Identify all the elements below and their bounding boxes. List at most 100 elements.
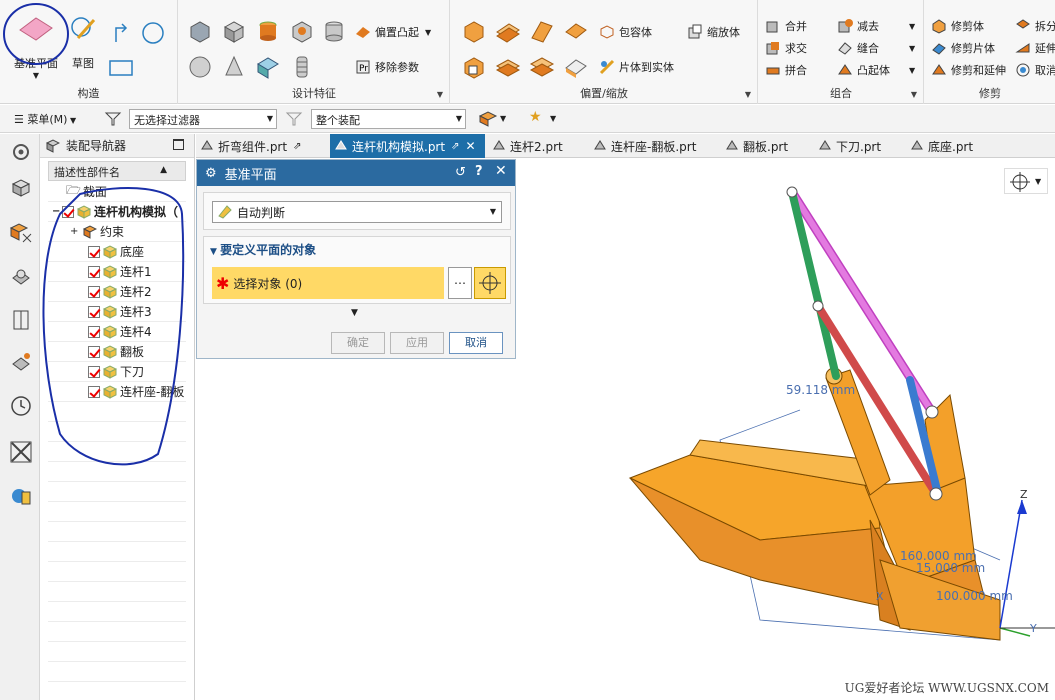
chevron-down-icon[interactable]: ▼	[909, 66, 915, 75]
emboss-body-button[interactable]: 凸起体	[837, 60, 890, 80]
patch-button[interactable]: 拼合	[765, 60, 807, 80]
pin-icon[interactable]: ⇗	[293, 141, 301, 152]
history-clock-icon[interactable]	[9, 394, 33, 418]
plane-dialog-button[interactable]: ⋯	[448, 267, 472, 299]
subtract-button[interactable]: 减去	[837, 16, 879, 36]
type-select[interactable]: 自动判断 ▼	[212, 201, 502, 223]
section-header[interactable]: ▼ 要定义平面的对象	[210, 241, 316, 258]
cancel-button[interactable]: 取消	[449, 332, 503, 354]
sheet-to-solid-button[interactable]: 片体到实体	[599, 57, 674, 77]
cone-icon[interactable]	[221, 54, 247, 80]
tab-bend-assembly[interactable]: 折弯组件.prt ⇗	[196, 134, 330, 158]
expand-more-icon[interactable]: ▼	[351, 308, 358, 318]
chevron-down-icon[interactable]: ▼	[425, 28, 431, 37]
assembly-filter-icon[interactable]	[478, 110, 498, 128]
cylinder-gray-icon[interactable]	[321, 18, 347, 44]
trim-body-icon	[932, 19, 946, 34]
annotation-circle	[3, 3, 69, 65]
close-icon[interactable]: ✕	[465, 139, 475, 153]
wrap-body-button[interactable]: 包容体	[599, 22, 652, 42]
help-icon[interactable]: ?	[475, 164, 483, 179]
tab-lower-blade[interactable]: 下刀.prt	[814, 134, 904, 158]
dialog-titlebar[interactable]: ⚙ 基准平面 ↺ ? ✕	[197, 160, 515, 186]
maximize-icon[interactable]	[173, 139, 184, 150]
star-icon[interactable]: ★	[529, 109, 542, 125]
sew-surface-icon[interactable]	[563, 54, 589, 80]
extrude-icon[interactable]	[187, 18, 213, 44]
circle-icon[interactable]	[140, 20, 166, 46]
line-icon[interactable]	[108, 20, 134, 46]
resource-bar	[0, 134, 40, 700]
crosshair-icon	[479, 272, 501, 294]
constraint-navigator-icon[interactable]	[9, 220, 33, 244]
close-icon[interactable]: ✕	[495, 163, 507, 179]
base-block[interactable]	[864, 393, 1001, 641]
spring-icon[interactable]	[289, 54, 315, 80]
chevron-down-icon[interactable]: ▼	[745, 90, 751, 99]
point-constructor-button[interactable]	[474, 267, 506, 299]
chevron-down-icon[interactable]: ▼	[550, 114, 556, 123]
split-button[interactable]: 拆分	[1015, 16, 1055, 36]
select-object-row[interactable]: ✱ 选择对象 (0)	[212, 267, 444, 299]
chevron-down-icon[interactable]: ▼	[909, 22, 915, 31]
tab-link2[interactable]: 连杆2.prt	[488, 134, 586, 158]
rectangle-icon[interactable]	[108, 56, 134, 82]
tab-flap[interactable]: 翻板.prt	[721, 134, 811, 158]
part-navigator-icon[interactable]	[9, 264, 33, 288]
dimension-label[interactable]: 15.000 mm	[916, 561, 985, 575]
remove-params-button[interactable]: Pr 移除参数	[355, 57, 419, 77]
thread-icon[interactable]	[255, 54, 281, 80]
sew-button[interactable]: 缝合	[837, 38, 879, 58]
reset-icon[interactable]: ↺	[455, 165, 466, 180]
thicken-icon[interactable]	[495, 18, 521, 44]
tab-base[interactable]: 底座.prt	[906, 134, 996, 158]
wrap-body-icon	[600, 25, 614, 39]
column-header[interactable]: 描述性部件名 ▲	[48, 161, 186, 181]
intersect-button[interactable]: 求交	[765, 38, 807, 58]
scale-body-button[interactable]: 缩放体	[687, 22, 740, 42]
assembly-navigator-icon[interactable]	[9, 176, 33, 200]
shell-icon[interactable]	[529, 18, 555, 44]
part-file-icon	[911, 140, 923, 150]
type-filter-combo[interactable]: 无选择过滤器 ▼	[129, 109, 277, 129]
offset-surface-icon[interactable]	[563, 18, 589, 44]
group-trim: 修剪体 拆分 修剪片体 延伸 修剪和延伸 取消 修剪	[925, 0, 1055, 104]
gear-icon[interactable]: ⚙	[205, 166, 217, 181]
filter-icon[interactable]	[104, 111, 122, 127]
motion-navigator-icon[interactable]	[9, 350, 33, 374]
tab-link-seat-flap[interactable]: 连杆座-翻板.prt	[589, 134, 717, 158]
roles-icon[interactable]	[9, 484, 33, 508]
trim-sheet-button[interactable]: 修剪片体	[931, 38, 995, 58]
boss-icon[interactable]	[289, 18, 315, 44]
chevron-down-icon: ▼	[266, 114, 273, 123]
dimension-label[interactable]: 59.118 mm	[786, 383, 855, 397]
reuse-library-icon[interactable]	[9, 308, 33, 332]
offset-boss-button[interactable]: 偏置凸起 ▼	[355, 22, 431, 42]
trim-extend-button[interactable]: 修剪和延伸	[931, 60, 1006, 80]
trim-body-button[interactable]: 修剪体	[931, 16, 984, 36]
untrim-button[interactable]: 取消	[1015, 60, 1055, 80]
chevron-down-icon[interactable]: ▼	[909, 44, 915, 53]
extract-icon[interactable]	[461, 54, 487, 80]
scope-combo[interactable]: 整个装配 ▼	[311, 109, 466, 129]
dimension-label[interactable]: 100.000 mm	[936, 589, 1013, 603]
layers-icon[interactable]	[529, 54, 555, 80]
ok-button[interactable]: 确定	[331, 332, 385, 354]
tab-linkage-simulation[interactable]: 连杆机构模拟.prt ⇗ ✕	[330, 134, 485, 158]
pin-icon[interactable]: ⇗	[451, 141, 459, 152]
process-studio-icon[interactable]	[9, 440, 33, 464]
chevron-down-icon[interactable]: ▼	[500, 114, 506, 123]
gear-icon[interactable]	[9, 140, 33, 164]
apply-button[interactable]: 应用	[390, 332, 444, 354]
chevron-down-icon[interactable]: ▼	[911, 90, 917, 99]
menu-button[interactable]: ☰ 菜单(M) ▼	[14, 111, 76, 127]
extend-button[interactable]: 延伸	[1015, 38, 1055, 58]
sphere-icon[interactable]	[187, 54, 213, 80]
block-icon[interactable]	[221, 18, 247, 44]
cylinder-icon[interactable]	[255, 18, 281, 44]
offset-face-icon[interactable]	[461, 18, 487, 44]
snap-filter-icon[interactable]	[285, 111, 303, 127]
unite-button[interactable]: 合并	[765, 16, 807, 36]
chevron-down-icon[interactable]: ▼	[437, 90, 443, 99]
layer-icon[interactable]	[495, 54, 521, 80]
